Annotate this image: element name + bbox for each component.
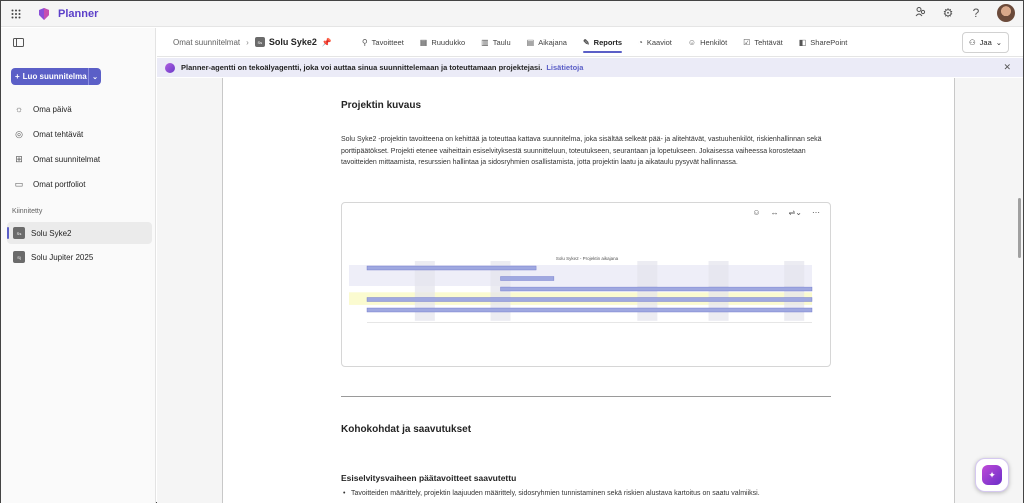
chart-icon: ◔ <box>638 37 643 47</box>
tab-label: SharePoint <box>810 37 848 47</box>
learn-more-link[interactable]: Lisätietoja <box>546 63 583 72</box>
tab-tasks[interactable]: ☑ Tehtävät <box>735 28 791 57</box>
copilot-icon <box>165 62 175 73</box>
create-plan-button[interactable]: + Luo suunnitelma ⌄ <box>11 68 101 85</box>
sidebar-item-my-plans[interactable]: ⊞ Omat suunnitelmat <box>1 148 156 170</box>
sidebar-item-label: Omat portfoliot <box>33 179 86 189</box>
chart-bar <box>366 307 813 313</box>
tab-grid[interactable]: ▦ Ruudukko <box>412 28 473 57</box>
tab-label: Tavoitteet <box>371 37 404 47</box>
copilot-button[interactable]: ✦ <box>975 458 1009 492</box>
pinned-plan-solu-jupiter[interactable]: Sj Solu Jupiter 2025 <box>7 246 152 268</box>
subsection-heading: Esiselvitysvaiheen päätavoitteet saavute… <box>341 473 517 483</box>
list-item: Tavoitteiden määrittely, projektin laaju… <box>343 490 760 497</box>
plus-icon: + <box>15 72 20 81</box>
task-icon: ☑ <box>743 37 751 47</box>
timeline-chart-card: ☺ ↔ ⇌⌄ ⋯ Solu Syke2 - Projektin aikajana <box>341 202 831 367</box>
report-content: Projektin kuvaus Solu Syke2 -projektin t… <box>157 78 1023 503</box>
section-heading: Projektin kuvaus <box>341 100 422 111</box>
breadcrumb[interactable]: Omat suunnitelmat <box>173 38 240 47</box>
report-document: Projektin kuvaus Solu Syke2 -projektin t… <box>222 78 955 503</box>
pinned-plan-solu-syke2[interactable]: Ss Solu Syke2 <box>7 222 152 244</box>
sidebar-item-label: Omat suunnitelmat <box>33 154 101 164</box>
reports-icon: ✎ <box>582 37 590 47</box>
plan-tabs: ⚲ Tavoitteet ▦ Ruudukko ▥ Taulu ▤ Aikajana ✎… <box>354 28 856 57</box>
tab-label: Reports <box>593 37 623 47</box>
section-heading: Kohokohdat ja saavutukset <box>341 424 472 435</box>
app-name[interactable]: Planner <box>58 8 98 20</box>
plan-badge: Sj <box>13 251 25 263</box>
tab-label: Tehtävät <box>754 37 783 47</box>
top-bar: Planner ⚙ ? <box>1 1 1023 27</box>
grid-icon: ▦ <box>419 37 428 47</box>
avatar[interactable] <box>997 4 1015 22</box>
timeline-chart: Solu Syke2 - Projektin aikajana <box>349 256 813 323</box>
sidebar-item-my-portfolios[interactable]: ▭ Omat portfoliot <box>1 173 156 195</box>
banner-text: Planner-agentti on tekoälyagentti, joka … <box>181 63 543 72</box>
plan-badge: Ss <box>254 37 265 47</box>
sharepoint-icon: ◧ <box>798 37 807 47</box>
pinned-section-label: Kiinnitetty <box>12 208 43 215</box>
people-icon: ☺ <box>687 37 697 47</box>
chart-bar <box>500 286 813 292</box>
task-icon: ◎ <box>15 128 23 139</box>
plan-title[interactable]: Solu Syke2 <box>269 37 317 47</box>
folder-icon: ▭ <box>14 178 24 189</box>
copilot-icon: ✦ <box>982 465 1002 485</box>
pinned-plan-label: Solu Syke2 <box>31 228 72 238</box>
sidebar-item-label: Oma päivä <box>33 104 72 114</box>
help-icon[interactable]: ? <box>969 6 983 20</box>
plan-header: Omat suunnitelmat › Ss Solu Syke2 📌 ⚲ Tav… <box>157 28 1023 57</box>
tab-people[interactable]: ☺ Henkilöt <box>680 28 735 57</box>
app-launcher-icon[interactable] <box>1 9 31 19</box>
sidebar-item-my-day[interactable]: ☼ Oma päivä <box>1 98 156 120</box>
settings-icon[interactable]: ⚙ <box>941 6 955 20</box>
share-button[interactable]: ⚇ Jaa ⌄ <box>962 32 1009 53</box>
sidebar: + Luo suunnitelma ⌄ ☼ Oma päivä ◎ Omat te… <box>1 28 156 503</box>
sidebar-item-label: Omat tehtävät <box>33 129 84 139</box>
grid-icon: ⊞ <box>15 153 23 164</box>
planner-logo-icon <box>39 7 49 20</box>
sidebar-item-my-tasks[interactable]: ◎ Omat tehtävät <box>1 123 156 145</box>
tab-charts[interactable]: ◔ Kaaviot <box>630 28 680 57</box>
person-add-icon: ⚇ <box>968 38 976 47</box>
chart-bar <box>500 276 555 281</box>
create-plan-label: Luo suunnitelma <box>22 72 87 81</box>
goal-icon: ⚲ <box>361 37 368 47</box>
tab-sharepoint[interactable]: ◧ SharePoint <box>791 28 856 57</box>
pinned-plan-label: Solu Jupiter 2025 <box>31 252 94 262</box>
tab-label: Aikajana <box>538 37 567 47</box>
board-icon: ▥ <box>481 37 489 47</box>
tab-reports[interactable]: ✎ Reports <box>575 28 630 57</box>
share-label: Jaa <box>979 38 992 47</box>
tab-goals[interactable]: ⚲ Tavoitteet <box>354 28 412 57</box>
people-icon[interactable] <box>913 6 927 20</box>
chevron-down-icon[interactable]: ⌄ <box>88 68 101 85</box>
tab-label: Kaaviot <box>646 37 672 47</box>
section-paragraph: Solu Syke2 -projektin tavoitteena on keh… <box>341 136 822 166</box>
chart-title: Solu Syke2 - Projektin aikajana <box>556 256 619 261</box>
chevron-down-icon: ⌄ <box>995 38 1003 47</box>
sun-icon: ☼ <box>14 104 24 114</box>
tab-timeline[interactable]: ▤ Aikajana <box>519 28 575 57</box>
collapse-sidebar-icon[interactable] <box>13 38 24 50</box>
chart-bar <box>366 265 537 271</box>
chart-bar <box>366 297 813 302</box>
breadcrumb-separator: › <box>246 37 249 47</box>
divider <box>341 396 831 397</box>
agent-banner: Planner-agentti on tekoälyagentti, joka … <box>157 58 1023 77</box>
pin-icon[interactable]: 📌 <box>322 38 332 47</box>
scrollbar[interactable] <box>1018 198 1021 258</box>
tab-label: Henkilöt <box>700 37 728 47</box>
tab-label: Taulu <box>492 37 511 47</box>
timeline-icon: ▤ <box>526 37 535 47</box>
plan-badge: Ss <box>13 227 25 239</box>
tab-board[interactable]: ▥ Taulu <box>473 28 519 57</box>
tab-label: Ruudukko <box>431 37 466 47</box>
close-icon[interactable]: ✕ <box>1003 62 1011 73</box>
